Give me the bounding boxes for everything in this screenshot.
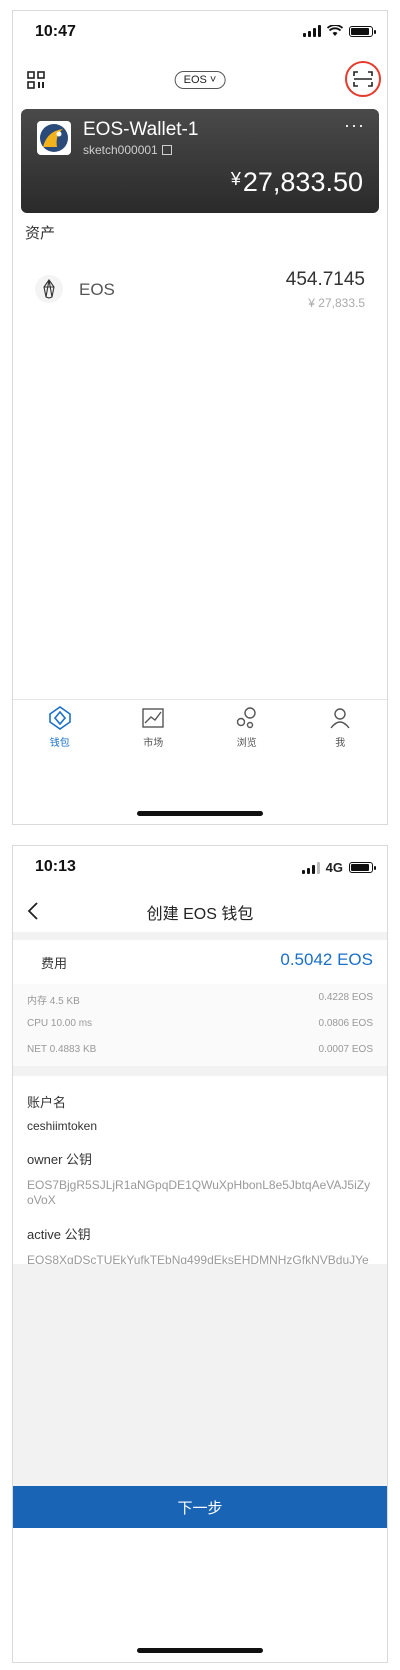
signal-icon bbox=[303, 25, 321, 37]
resource-list: 内存 4.5 KB 0.4228 EOS CPU 10.00 ms 0.0806 E… bbox=[13, 984, 387, 1066]
wifi-icon bbox=[327, 25, 343, 36]
active-key-label: active 公钥 bbox=[27, 1227, 91, 1242]
status-time: 10:47 bbox=[35, 23, 76, 40]
account-name-label: 账户名 bbox=[27, 1095, 67, 1110]
status-indicators: 4G bbox=[301, 860, 376, 875]
battery-icon bbox=[349, 862, 376, 873]
scan-icon bbox=[353, 71, 373, 87]
wallet-home-screen: 10:47 EOS ˅ EOS-Wallet-1 sketch000001 ··… bbox=[12, 10, 388, 825]
tab-label: 市场 bbox=[143, 738, 164, 749]
scan-button[interactable] bbox=[345, 61, 381, 97]
network-selector[interactable]: EOS ˅ bbox=[174, 71, 226, 89]
wallet-account-text: sketch000001 bbox=[83, 143, 158, 157]
asset-row[interactable]: EOS 454.7145 ¥ 27,833.5 bbox=[25, 265, 375, 325]
owner-key-label: owner 公钥 bbox=[27, 1152, 93, 1167]
resource-value: 0.0806 EOS bbox=[318, 1018, 373, 1029]
network-label: EOS bbox=[183, 74, 207, 86]
home-indicator bbox=[137, 1648, 263, 1653]
back-icon[interactable] bbox=[27, 902, 39, 920]
tab-label: 浏览 bbox=[236, 738, 257, 749]
resource-label: 内存 4.5 KB bbox=[27, 996, 80, 1007]
tab-bar: 钱包 市场 浏览 我 bbox=[13, 699, 387, 768]
status-indicators bbox=[303, 25, 376, 37]
divider bbox=[13, 932, 387, 940]
status-bar: 10:47 bbox=[13, 11, 387, 57]
asset-value: ¥ 27,833.5 bbox=[308, 296, 365, 310]
home-indicator bbox=[137, 811, 263, 816]
account-name-field[interactable]: ceshiimtoken bbox=[27, 1119, 373, 1133]
empty-area bbox=[13, 1264, 387, 1486]
signal-icon bbox=[301, 861, 320, 874]
tab-label: 我 bbox=[335, 738, 346, 749]
wallet-card[interactable]: EOS-Wallet-1 sketch000001 ··· ¥27,833.50 bbox=[21, 109, 379, 213]
fee-value: 0.5042 EOS bbox=[280, 950, 373, 969]
wallet-icon bbox=[48, 706, 71, 730]
resource-row: NET 0.4883 KB 0.0007 EOS bbox=[13, 1040, 387, 1060]
resource-row: 内存 4.5 KB 0.4228 EOS bbox=[13, 988, 387, 1008]
more-icon[interactable]: ··· bbox=[344, 115, 365, 136]
owner-key-value: EOS7BjgR5SJLjR1aNGpqDE1QWuXpHbonL8e5Jbtq… bbox=[27, 1178, 371, 1207]
fee-label: 费用 bbox=[41, 956, 68, 971]
nav-bar: 创建 EOS 钱包 bbox=[13, 892, 387, 932]
balance-value: 27,833.50 bbox=[242, 167, 363, 197]
tab-market[interactable]: 市场 bbox=[107, 700, 201, 768]
tab-label: 钱包 bbox=[49, 738, 70, 749]
resource-row: CPU 10.00 ms 0.0806 EOS bbox=[13, 1014, 387, 1034]
assets-title: 资产 bbox=[25, 225, 56, 242]
asset-amount: 454.7145 bbox=[285, 269, 365, 290]
currency-symbol: ¥ bbox=[230, 169, 241, 189]
next-button[interactable]: 下一步 bbox=[13, 1486, 387, 1528]
network-type: 4G bbox=[325, 860, 343, 875]
resource-value: 0.0007 EOS bbox=[318, 1044, 373, 1055]
tab-browse[interactable]: 浏览 bbox=[200, 700, 294, 768]
market-icon bbox=[142, 708, 164, 728]
page-title: 创建 EOS 钱包 bbox=[146, 906, 254, 923]
create-wallet-screen: 10:13 4G 创建 EOS 钱包 费用 0.5042 EOS 内存 4.5 … bbox=[12, 845, 388, 1663]
resource-value: 0.4228 EOS bbox=[318, 992, 373, 1003]
wallet-logo bbox=[37, 121, 71, 155]
browse-icon bbox=[236, 707, 256, 729]
wallet-account[interactable]: sketch000001 bbox=[83, 143, 172, 157]
asset-name: EOS bbox=[79, 280, 115, 299]
status-time: 10:13 bbox=[35, 858, 76, 875]
copy-icon[interactable] bbox=[161, 145, 172, 155]
battery-icon bbox=[349, 25, 376, 37]
resource-label: CPU 10.00 ms bbox=[27, 1018, 93, 1029]
wallet-balance: ¥27,833.50 bbox=[231, 167, 363, 198]
top-bar: EOS ˅ bbox=[13, 57, 387, 109]
wallet-name: EOS-Wallet-1 bbox=[83, 119, 199, 140]
profile-icon bbox=[330, 708, 350, 729]
status-bar: 10:13 4G bbox=[13, 846, 387, 892]
tab-profile[interactable]: 我 bbox=[294, 700, 388, 768]
qr-code-icon[interactable] bbox=[27, 71, 45, 89]
eos-token-icon bbox=[35, 275, 63, 303]
tab-wallet[interactable]: 钱包 bbox=[13, 700, 107, 768]
resource-label: NET 0.4883 KB bbox=[27, 1044, 97, 1055]
fee-row: 费用 0.5042 EOS bbox=[13, 940, 387, 984]
chevron-down-icon: ˅ bbox=[206, 74, 217, 86]
divider bbox=[13, 1066, 387, 1076]
